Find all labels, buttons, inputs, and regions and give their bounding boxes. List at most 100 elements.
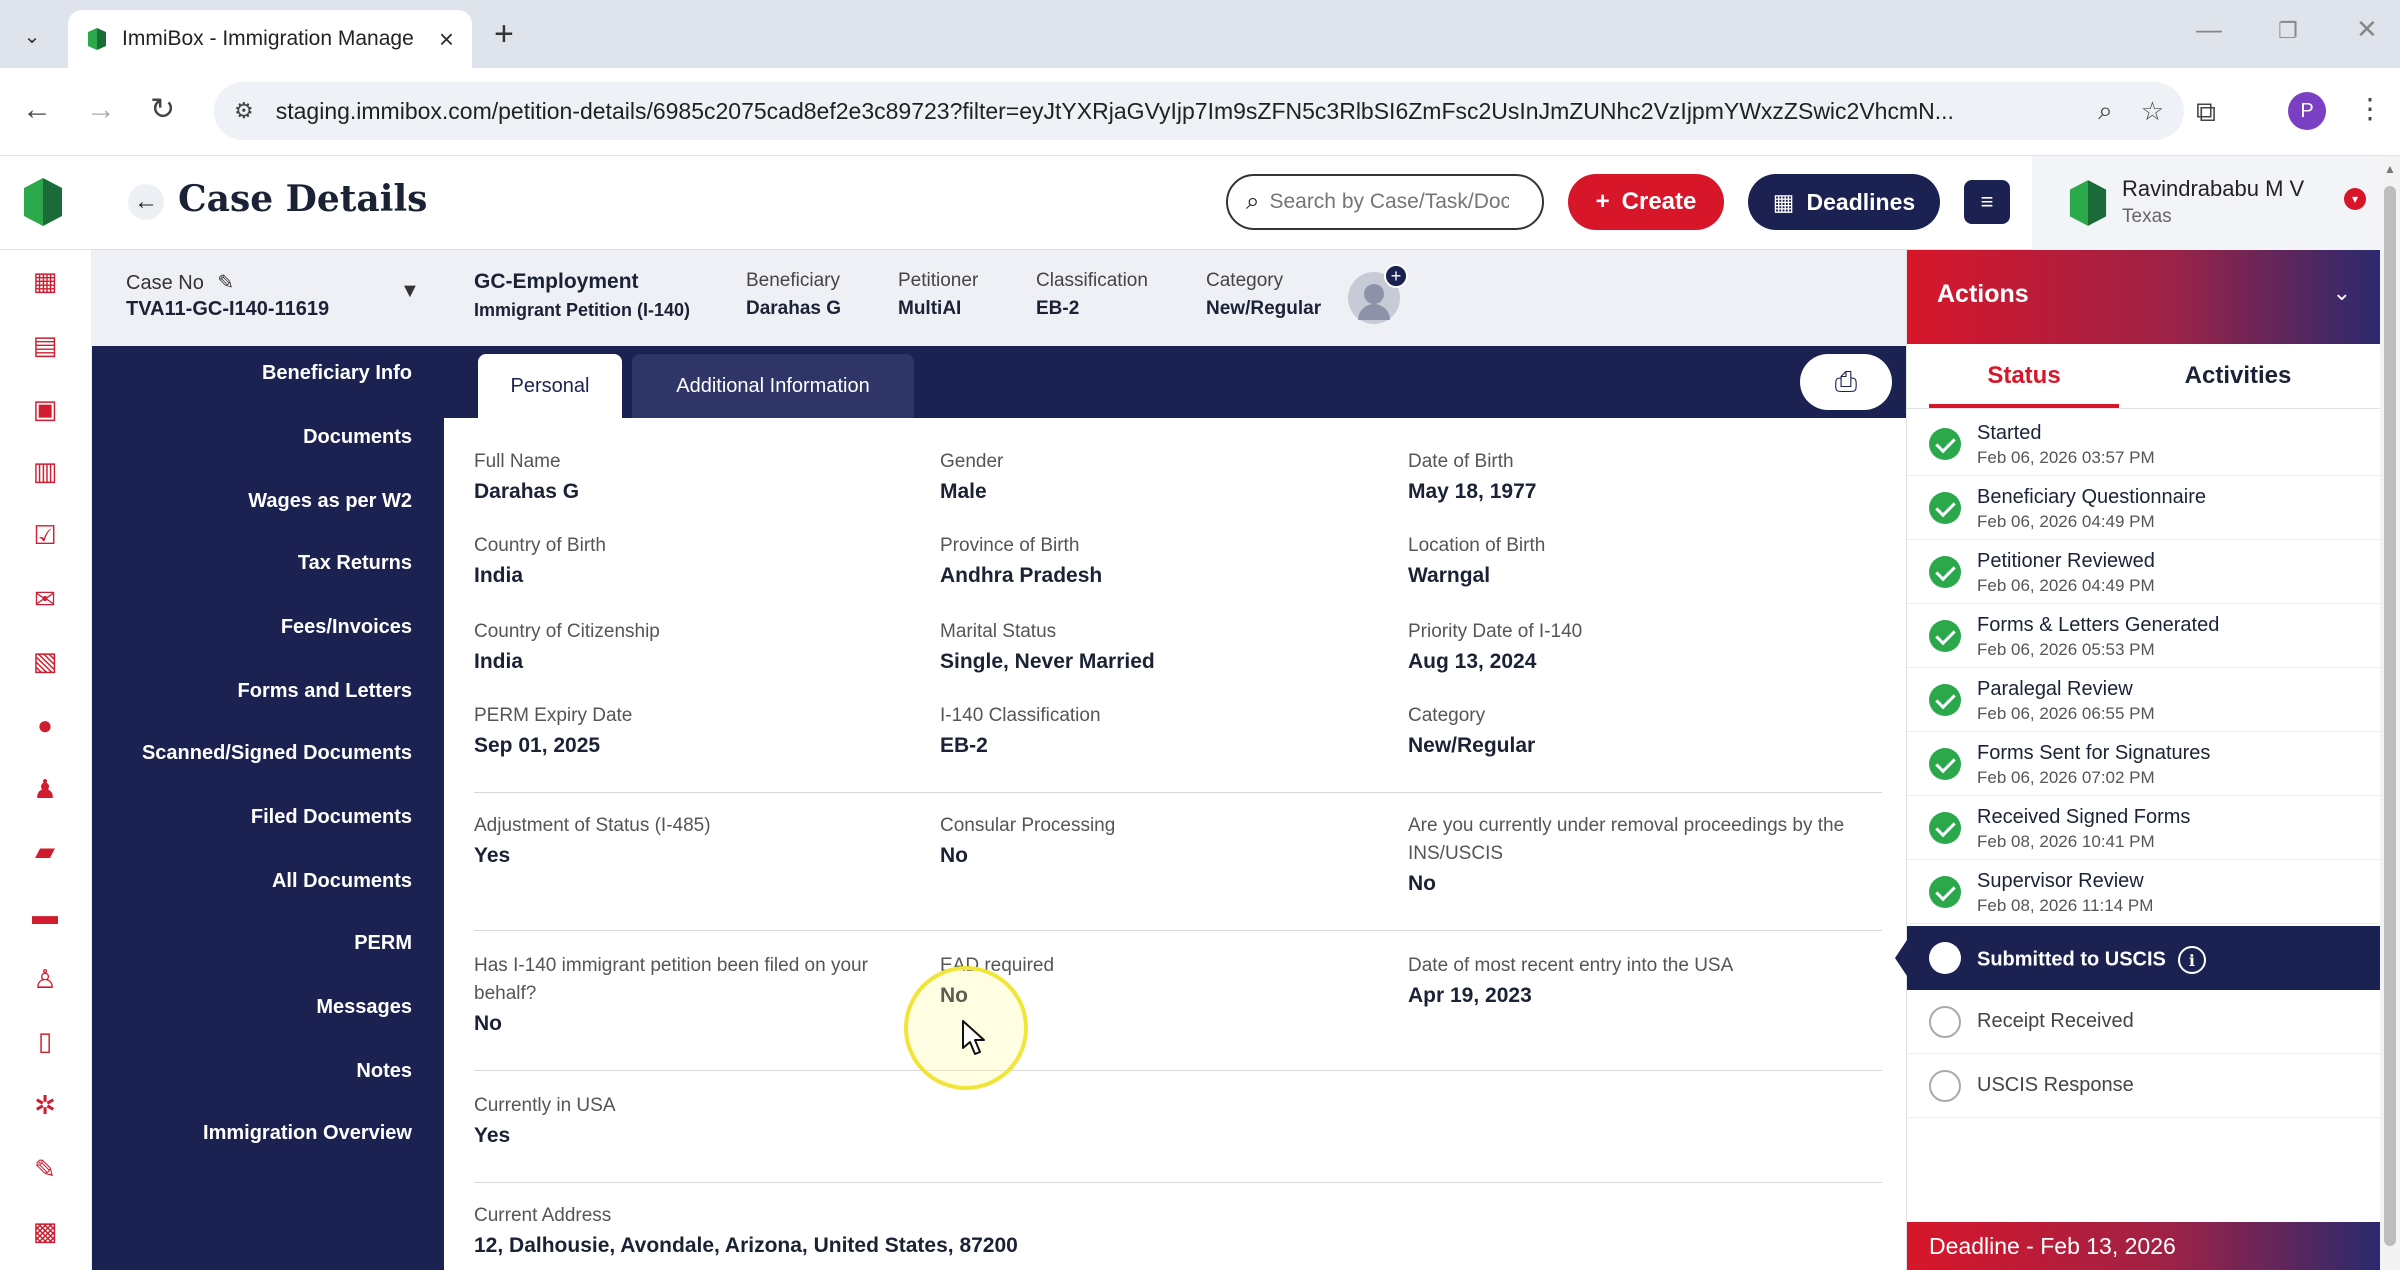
field-ead-required: EAD required No	[940, 952, 1380, 1008]
field-full-name: Full Name Darahas G	[474, 448, 914, 504]
restore-icon[interactable]: ❐	[2278, 18, 2298, 44]
nav-notes[interactable]: Notes	[356, 1060, 412, 1083]
nav-beneficiary-info[interactable]: Beneficiary Info	[262, 362, 412, 385]
field-category: Category New/Regular	[1408, 702, 1848, 758]
case-no-label-text: Case No	[126, 272, 204, 294]
petitions-icon[interactable]: ▣	[30, 394, 60, 424]
extensions-icon[interactable]: ⧉	[2196, 96, 2216, 129]
immibox-logo-icon[interactable]	[22, 178, 64, 226]
new-tab-icon[interactable]: +	[494, 16, 514, 52]
calendar-icon: ▦	[1772, 188, 1795, 215]
global-search[interactable]: ⌕	[1226, 174, 1544, 230]
profile-icon[interactable]: ♙	[30, 964, 60, 994]
classification-value: EB-2	[1036, 298, 1080, 319]
tab-status[interactable]: Status	[1929, 362, 2119, 390]
dashboard-icon[interactable]: ▦	[30, 266, 60, 296]
tab-search-icon[interactable]: ⌄	[14, 18, 50, 54]
edit-pencil-icon[interactable]: ✎	[217, 272, 234, 294]
browser-tab[interactable]: ImmiBox - Immigration Manage ×	[68, 10, 472, 68]
nav-filed-documents[interactable]: Filed Documents	[251, 806, 412, 829]
actions-header[interactable]: Actions ⌄	[1907, 250, 2381, 344]
field-value: India	[474, 650, 524, 673]
status-step-current[interactable]: Submitted to USCIS i	[1895, 926, 2381, 990]
info-icon[interactable]: i	[2177, 946, 2206, 974]
field-priority-date: Priority Date of I-140 Aug 13, 2024	[1408, 618, 1848, 674]
field-value: 12, Dalhousie, Avondale, Arizona, United…	[474, 1234, 1018, 1257]
document-icon[interactable]: ▯	[30, 1026, 60, 1056]
create-button[interactable]: + Create	[1568, 174, 1724, 230]
messages-icon[interactable]: ≡	[1964, 180, 2010, 224]
field-label: I-140 Classification	[940, 705, 1101, 726]
zoom-icon[interactable]: ⌕	[2098, 95, 2113, 127]
check-circle-icon	[1929, 620, 1961, 652]
note-icon[interactable]: ▬	[30, 900, 60, 930]
calendar-rail-icon[interactable]: ▩	[30, 1216, 60, 1246]
deadline-banner[interactable]: Deadline - Feb 13, 2026	[1907, 1222, 2381, 1270]
nav-scanned-signed[interactable]: Scanned/Signed Documents	[142, 742, 412, 765]
back-button[interactable]: ←	[128, 184, 164, 220]
settings-icon[interactable]: ✲	[30, 1090, 60, 1120]
print-icon[interactable]: ⎙	[1800, 354, 1892, 410]
user-menu[interactable]: Ravindrababu M V Texas ▾	[2032, 156, 2388, 250]
page-scrollbar[interactable]: ▲	[2380, 156, 2400, 1270]
category-label: Category	[1206, 270, 1284, 291]
tab-additional-information[interactable]: Additional Information	[632, 354, 914, 418]
minimize-icon[interactable]: —	[2196, 14, 2222, 45]
url-text: staging.immibox.com/petition-details/698…	[275, 97, 1954, 124]
nav-tax-returns[interactable]: Tax Returns	[298, 552, 412, 575]
deadlines-button[interactable]: ▦ Deadlines	[1748, 174, 1940, 230]
site-settings-icon[interactable]: ⚙	[234, 98, 254, 124]
status-step: USCIS Response	[1907, 1054, 2381, 1118]
field-consular-processing: Consular Processing No	[940, 812, 1380, 868]
browser-menu-icon[interactable]: ⋮	[2356, 92, 2384, 125]
checklist-icon[interactable]: ☑	[30, 520, 60, 550]
immibox-favicon-icon	[88, 28, 106, 50]
add-assignee-button[interactable]: +	[1348, 264, 1408, 324]
window-close-icon[interactable]: ✕	[2356, 14, 2378, 45]
address-bar[interactable]: ⚙ staging.immibox.com/petition-details/6…	[214, 82, 2184, 140]
nav-fees-invoices[interactable]: Fees/Invoices	[281, 616, 412, 639]
clipboard-icon[interactable]: ▧	[30, 646, 60, 676]
field-label: Location of Birth	[1408, 535, 1546, 556]
step-name: Forms & Letters Generated	[1977, 614, 2220, 636]
nav-documents[interactable]: Documents	[303, 426, 412, 449]
scroll-thumb[interactable]	[2384, 186, 2396, 1246]
nav-wages-w2[interactable]: Wages as per W2	[248, 490, 412, 513]
step-name: Receipt Received	[1977, 1010, 2134, 1032]
edit-doc-icon[interactable]: ✎	[30, 1154, 60, 1184]
reload-icon[interactable]: ↻	[150, 90, 175, 130]
nav-perm[interactable]: PERM	[354, 932, 412, 955]
chat-icon[interactable]: ✉	[30, 584, 60, 614]
folder-icon[interactable]: ▰	[30, 836, 60, 866]
beneficiary-label: Beneficiary	[746, 270, 840, 291]
status-step: Beneficiary Questionnaire Feb 06, 2026 0…	[1907, 476, 2381, 540]
user-icon[interactable]: ●	[30, 710, 60, 740]
profile-avatar[interactable]: P	[2288, 92, 2326, 130]
scroll-up-icon[interactable]: ▲	[2384, 162, 2396, 176]
nav-immigration-overview[interactable]: Immigration Overview	[203, 1122, 412, 1145]
group-icon[interactable]: ♟	[30, 774, 60, 804]
nav-all-documents[interactable]: All Documents	[272, 870, 412, 893]
field-value: Yes	[474, 1124, 511, 1147]
close-tab-icon[interactable]: ×	[439, 24, 454, 55]
field-label: Are you currently under removal proceedi…	[1408, 815, 1845, 864]
petitioner-group: Petitioner MultiAI	[898, 270, 978, 320]
nav-forms-letters[interactable]: Forms and Letters	[238, 680, 412, 703]
back-arrow-icon[interactable]: ←	[22, 90, 52, 130]
bookmark-star-icon[interactable]: ☆	[2141, 96, 2164, 127]
cases-icon[interactable]: ▤	[30, 330, 60, 360]
user-dropdown-icon[interactable]: ▾	[2344, 188, 2366, 210]
forms-icon[interactable]: ▥	[30, 456, 60, 486]
tab-personal[interactable]: Personal	[478, 354, 622, 418]
chevron-down-icon[interactable]: ⌄	[2333, 280, 2351, 306]
field-value: Yes	[474, 844, 511, 867]
check-circle-icon	[1929, 812, 1961, 844]
tab-title: ImmiBox - Immigration Manage	[122, 27, 414, 50]
tab-activities[interactable]: Activities	[2143, 362, 2333, 390]
forward-arrow-icon[interactable]: →	[86, 90, 116, 130]
search-input[interactable]	[1269, 190, 1510, 214]
case-dropdown-icon[interactable]: ▼	[400, 280, 420, 303]
field-value: Apr 19, 2023	[1408, 984, 1532, 1007]
user-name: Ravindrababu M V	[2122, 176, 2305, 201]
nav-messages[interactable]: Messages	[316, 996, 412, 1019]
